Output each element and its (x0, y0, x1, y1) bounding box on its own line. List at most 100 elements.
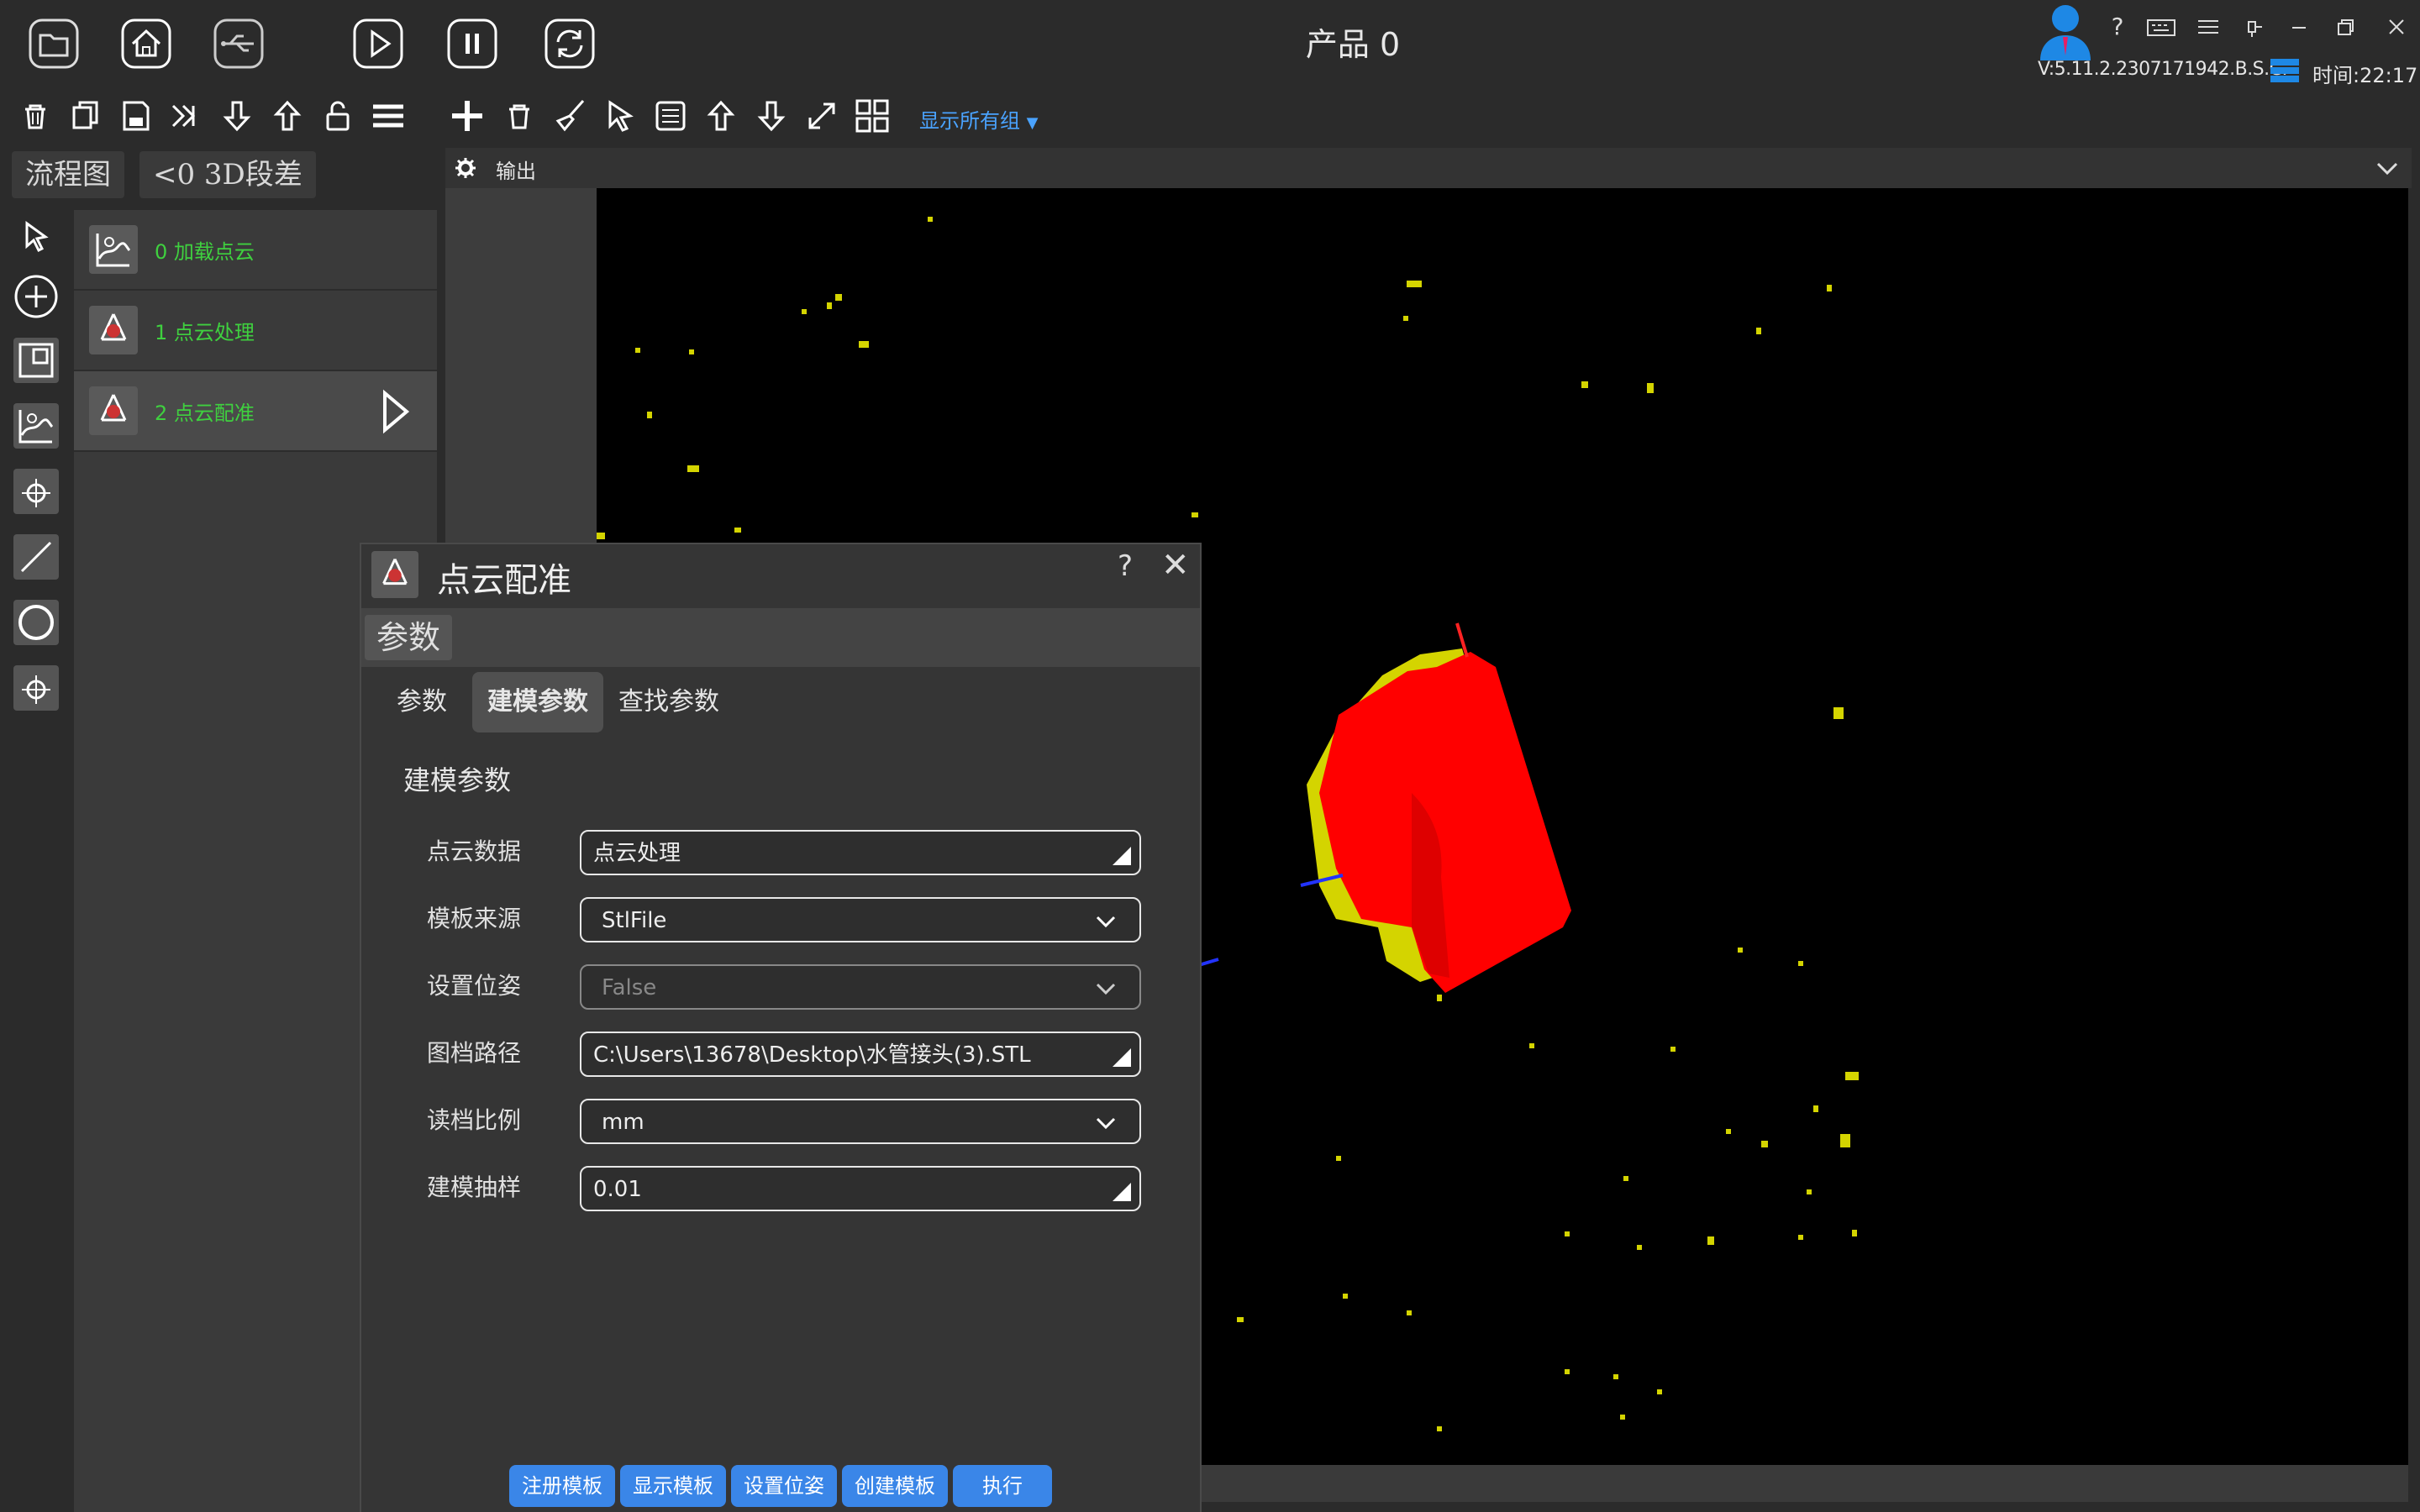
flow-item-label: 2 点云配准 (155, 402, 255, 425)
save-icon[interactable] (118, 97, 155, 134)
collapse-chevron-icon[interactable] (2375, 156, 2400, 180)
show-template-button[interactable]: 显示模板 (620, 1465, 726, 1507)
dialog-help-icon[interactable]: ? (1118, 549, 1133, 583)
home-icon[interactable] (119, 17, 173, 71)
template-source-select[interactable]: StlFile (580, 897, 1141, 942)
tab-flowchart[interactable]: 流程图 (12, 151, 124, 198)
tab-params[interactable]: 参数 (381, 672, 462, 732)
dialog-close-icon[interactable]: ✕ (1161, 546, 1190, 585)
restore-icon[interactable] (2329, 10, 2363, 44)
pointcloud-source-field[interactable]: 点云处理 (580, 830, 1141, 875)
set-pose-select[interactable]: False (580, 964, 1141, 1010)
register-template-button[interactable]: 注册模板 (509, 1465, 615, 1507)
usb-icon[interactable] (212, 17, 266, 71)
arrow-down-icon[interactable] (753, 97, 790, 134)
registration-dialog: 点云配准 ? ✕ 参数 参数 建模参数 查找参数 建模参数 点云数据 点云处理 … (360, 543, 1202, 1512)
tab-3d-step[interactable]: <0 3D段差 (139, 151, 316, 198)
flow-item-load[interactable]: 0 加载点云 (74, 210, 437, 291)
param-label: 点云数据 (427, 837, 522, 865)
corner-caret-icon (1113, 1183, 1131, 1201)
unlock-icon[interactable] (319, 97, 356, 134)
line-tool-icon[interactable] (12, 533, 60, 581)
circle-tool-icon[interactable] (12, 598, 60, 647)
select-arrow-icon[interactable] (12, 213, 60, 262)
read-scale-select[interactable]: mm (580, 1099, 1141, 1144)
execute-button[interactable]: 执行 (953, 1465, 1052, 1507)
image-process-icon[interactable] (12, 402, 60, 450)
list-menu-icon[interactable] (370, 97, 407, 134)
clock-label: 时间:22:17 (2312, 64, 2418, 87)
select-value: StlFile (602, 908, 667, 933)
keyboard-icon[interactable] (2144, 10, 2178, 44)
set-pose-button[interactable]: 设置位姿 (731, 1465, 837, 1507)
image-source-icon[interactable] (12, 336, 60, 385)
close-window-icon[interactable] (2380, 10, 2413, 44)
corner-caret-icon (1113, 1048, 1131, 1067)
select-value: mm (602, 1110, 644, 1135)
field-value: C:\Users\13678\Desktop\水管接头(3).STL (593, 1042, 1031, 1068)
flow-item-process[interactable]: 1 点云处理 (74, 291, 437, 371)
param-label: 设置位姿 (427, 972, 522, 1000)
group-filter-label: 显示所有组 (919, 109, 1020, 133)
measure-icon[interactable] (12, 664, 60, 712)
version-label: V:5.11.2.2307171942.B.S.C. (2038, 59, 2288, 80)
expand-icon[interactable] (803, 97, 840, 134)
loop-run-icon[interactable] (543, 17, 597, 71)
flow-item-label: 1 点云处理 (155, 321, 255, 344)
move-down-icon[interactable] (218, 97, 255, 134)
user-avatar-icon[interactable] (2033, 0, 2097, 60)
pointer-icon[interactable] (602, 97, 639, 134)
minimize-icon[interactable] (2282, 10, 2316, 44)
left-toolbar (0, 202, 74, 1512)
copy-icon[interactable] (67, 97, 104, 134)
group-filter-dropdown[interactable]: 显示所有组 ▼ (919, 104, 1038, 134)
param-label: 图档路径 (427, 1039, 522, 1067)
help-icon[interactable]: ? (2101, 10, 2134, 44)
chevron-down-icon (1096, 1117, 1116, 1130)
move-up-icon[interactable] (269, 97, 306, 134)
grid-icon[interactable] (854, 97, 891, 134)
cloud-registration-icon (371, 551, 418, 598)
chevron-down-icon (1096, 983, 1116, 995)
chevron-down-icon (1096, 916, 1116, 928)
tab-modeling-params[interactable]: 建模参数 (472, 672, 603, 732)
broom-icon[interactable] (551, 97, 588, 134)
pause-icon[interactable] (445, 17, 499, 71)
model-sampling-field[interactable]: 0.01 (580, 1166, 1141, 1211)
field-value: 点云处理 (593, 841, 681, 866)
open-folder-icon[interactable] (27, 17, 81, 71)
param-label: 模板来源 (427, 905, 522, 932)
load-cloud-icon (89, 225, 138, 274)
server-icon (2269, 55, 2301, 86)
run-step-icon[interactable] (378, 388, 412, 435)
arrow-up-icon[interactable] (702, 97, 739, 134)
delete-icon[interactable] (17, 97, 54, 134)
dialog-section-label: 参数 (365, 615, 453, 660)
add-circle-icon[interactable] (12, 272, 60, 321)
fitted-pipe-right (1300, 622, 1571, 993)
field-value: 0.01 (593, 1177, 642, 1202)
flow-item-registration[interactable]: 2 点云配准 (74, 371, 437, 452)
tab-search-params[interactable]: 查找参数 (603, 672, 734, 732)
run-icon[interactable] (351, 17, 405, 71)
step-forward-icon[interactable] (168, 97, 205, 134)
add-icon[interactable] (449, 97, 486, 134)
select-value: False (602, 975, 657, 1000)
corner-caret-icon (1113, 847, 1131, 865)
param-label: 建模抽样 (427, 1173, 522, 1201)
dialog-title: 点云配准 (437, 561, 571, 600)
gear-icon[interactable] (454, 156, 477, 180)
model-path-field[interactable]: C:\Users\13678\Desktop\水管接头(3).STL (580, 1032, 1141, 1077)
product-title: 产品 0 (1305, 26, 1401, 63)
create-template-button[interactable]: 创建模板 (842, 1465, 948, 1507)
cloud-registration-icon (89, 386, 138, 435)
form-icon[interactable] (652, 97, 689, 134)
cloud-process-icon (89, 306, 138, 354)
dialog-section-bar (361, 608, 1200, 667)
pin-icon[interactable] (2237, 10, 2270, 44)
menu-list-icon[interactable] (2191, 10, 2225, 44)
caret-down-icon: ▼ (1026, 114, 1039, 132)
output-label: 输出 (496, 160, 536, 183)
trash-icon[interactable] (501, 97, 538, 134)
locate-icon[interactable] (12, 467, 60, 516)
